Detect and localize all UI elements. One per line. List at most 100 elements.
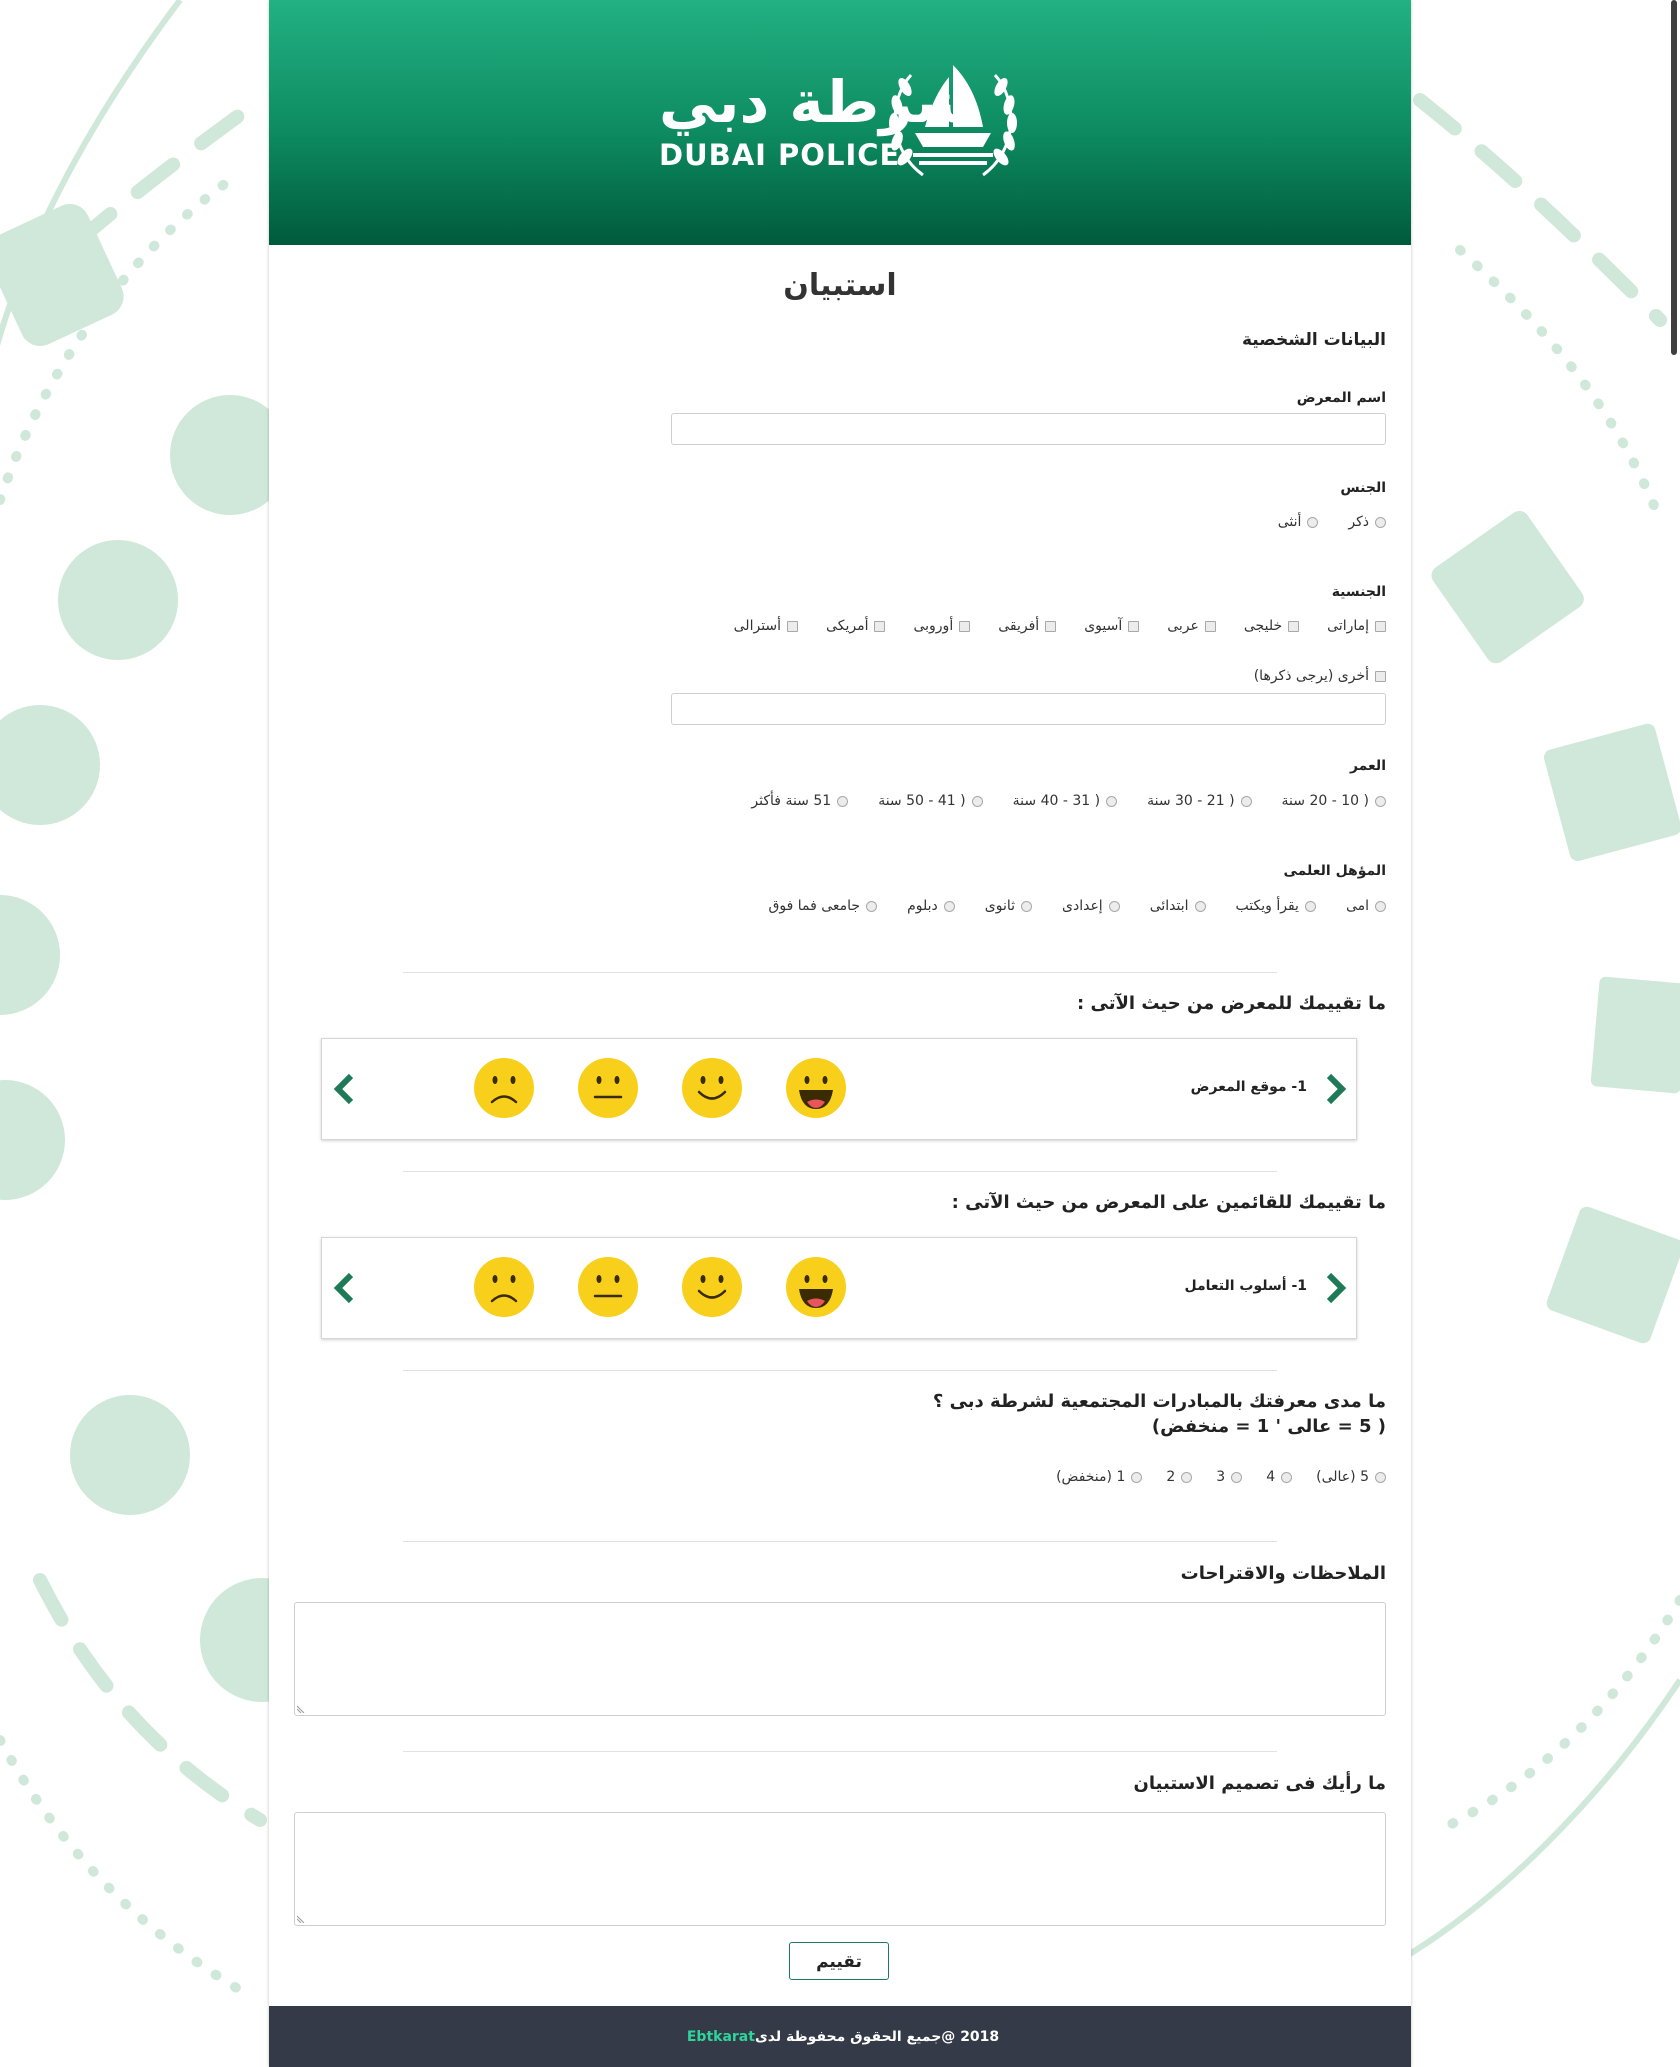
nationality-other-input[interactable] — [671, 693, 1386, 725]
education-option-illiterate[interactable]: امى — [1346, 898, 1386, 914]
checkbox[interactable] — [959, 620, 971, 632]
nationality-label: الجنسية — [1331, 584, 1386, 600]
neutral-face-icon[interactable] — [577, 1057, 639, 1119]
radio-button[interactable] — [837, 795, 849, 807]
age-option-41-50[interactable]: ( 41 - 50 سنة — [878, 793, 983, 809]
radio-button[interactable] — [1231, 1471, 1243, 1483]
radio-button[interactable] — [943, 900, 955, 912]
checkbox[interactable] — [1045, 620, 1057, 632]
age-option-21-30[interactable]: ( 21 - 30 سنة — [1147, 793, 1252, 809]
sad-face-icon[interactable] — [473, 1256, 535, 1318]
design-opinion-textarea[interactable] — [294, 1812, 1386, 1926]
nationality-other-row: أخرى (يرجى ذكرها) — [1254, 668, 1386, 684]
resize-handle-icon[interactable] — [297, 1704, 306, 1713]
age-option-31-40[interactable]: ( 31 - 40 سنة — [1013, 793, 1118, 809]
radio-button[interactable] — [1375, 516, 1386, 528]
rating-carousel-exhibition: 1- موقع المعرض — [321, 1038, 1357, 1140]
gender-options: ذكر أنثى — [1278, 514, 1386, 530]
divider — [403, 1751, 1277, 1752]
education-label: المؤهل العلمى — [1283, 863, 1386, 879]
nationality-option-gulf[interactable]: خليجى — [1244, 618, 1300, 634]
awareness-option-5[interactable]: 5 (عالى) — [1316, 1469, 1386, 1485]
nationality-option-african[interactable]: أفريقى — [998, 618, 1057, 634]
age-option-10-20[interactable]: ( 10 - 20 سنة — [1282, 793, 1386, 809]
radio-button[interactable] — [1307, 516, 1319, 528]
nationality-option-emirati[interactable]: إماراتى — [1327, 618, 1386, 634]
radio-button[interactable] — [866, 900, 878, 912]
age-option-51-plus[interactable]: 51 سنة فأكثر — [751, 793, 849, 809]
radio-button[interactable] — [1106, 795, 1118, 807]
education-option-primary[interactable]: ابتدائى — [1150, 898, 1206, 914]
happy-face-icon[interactable] — [681, 1256, 743, 1318]
radio-button[interactable] — [1375, 1471, 1386, 1483]
education-option-preparatory[interactable]: إعدادى — [1062, 898, 1120, 914]
nationality-option-european[interactable]: أوروبى — [913, 618, 971, 634]
nationality-option-arab[interactable]: عربى — [1167, 618, 1216, 634]
submit-button[interactable]: تقييم — [789, 1942, 889, 1980]
scrollbar[interactable] — [1671, 0, 1677, 355]
chevron-left-icon[interactable] — [332, 1072, 356, 1106]
logo-text-english: DUBAI POLICE — [659, 138, 901, 172]
nationality-option-australian[interactable]: أسترالى — [734, 618, 799, 634]
age-label: العمر — [1349, 758, 1386, 774]
education-option-read-write[interactable]: يقرأ ويكتب — [1236, 898, 1316, 914]
gender-option-male[interactable]: ذكر — [1348, 514, 1386, 530]
education-option-diploma[interactable]: دبلوم — [907, 898, 955, 914]
checkbox[interactable] — [1128, 620, 1140, 632]
chevron-left-icon[interactable] — [332, 1271, 356, 1305]
radio-button[interactable] — [1281, 1471, 1293, 1483]
exhibition-name-label: اسم المعرض — [1296, 390, 1386, 406]
awareness-option-4[interactable]: 4 — [1266, 1469, 1293, 1485]
design-opinion-label: ما رأيك فى تصميم الاستبيان — [1133, 1773, 1386, 1794]
notes-textarea[interactable] — [294, 1602, 1386, 1716]
neutral-face-icon[interactable] — [577, 1256, 639, 1318]
gender-option-female[interactable]: أنثى — [1278, 514, 1319, 530]
checkbox[interactable] — [1204, 620, 1216, 632]
radio-button[interactable] — [1375, 795, 1386, 807]
education-option-university[interactable]: جامعى فما فوق — [769, 898, 878, 914]
checkbox[interactable] — [874, 620, 886, 632]
rating-item-label: 1- أسلوب التعامل — [1184, 1278, 1307, 1294]
nationality-option-other[interactable]: أخرى (يرجى ذكرها) — [1254, 668, 1386, 684]
survey-card: شرطة دبي DUBAI POLICE استبيان البيانات ا… — [269, 0, 1411, 2067]
resize-handle-icon[interactable] — [297, 1914, 306, 1923]
awareness-option-1[interactable]: 1 (منخفض) — [1056, 1469, 1143, 1485]
footer-brand-link[interactable]: Ebtkarat — [687, 2029, 755, 2045]
nationality-option-asian[interactable]: آسيوى — [1084, 618, 1140, 634]
sad-face-icon[interactable] — [473, 1057, 535, 1119]
radio-button[interactable] — [1131, 1471, 1143, 1483]
dubai-police-emblem-icon — [889, 65, 1017, 177]
exhibition-name-input[interactable] — [671, 413, 1386, 445]
radio-button[interactable] — [1194, 900, 1206, 912]
education-option-secondary[interactable]: ثانوى — [985, 898, 1033, 914]
question-staff-rating: ما تقييمك للقائمين على المعرض من حيث الآ… — [951, 1192, 1386, 1213]
checkbox[interactable] — [1375, 670, 1386, 682]
divider — [403, 972, 1277, 973]
very-happy-face-icon[interactable] — [785, 1256, 847, 1318]
radio-button[interactable] — [1108, 900, 1120, 912]
nationality-option-american[interactable]: أمريكى — [826, 618, 886, 634]
radio-button[interactable] — [1375, 900, 1386, 912]
chevron-right-icon[interactable] — [1324, 1271, 1348, 1305]
checkbox[interactable] — [1288, 620, 1300, 632]
nationality-options: إماراتى خليجى عربى آسيوى أفريقى أوروبى أ… — [734, 618, 1386, 634]
chevron-right-icon[interactable] — [1324, 1072, 1348, 1106]
awareness-option-3[interactable]: 3 — [1216, 1469, 1243, 1485]
checkbox[interactable] — [1375, 620, 1386, 632]
divider — [403, 1541, 1277, 1542]
radio-button[interactable] — [1021, 900, 1033, 912]
happy-face-icon[interactable] — [681, 1057, 743, 1119]
footer-copyright: 2018 @جميع الحقوق محفوظة لدى — [754, 2028, 1000, 2045]
awareness-option-2[interactable]: 2 — [1166, 1469, 1193, 1485]
radio-button[interactable] — [1181, 1471, 1193, 1483]
question-awareness: ما مدى معرفتك بالمبادرات المجتمعية لشرطة… — [932, 1391, 1386, 1412]
gender-label: الجنس — [1340, 480, 1386, 496]
checkbox[interactable] — [787, 620, 799, 632]
radio-button[interactable] — [971, 795, 983, 807]
radio-button[interactable] — [1304, 900, 1316, 912]
radio-button[interactable] — [1240, 795, 1252, 807]
very-happy-face-icon[interactable] — [785, 1057, 847, 1119]
question-awareness-scale: ( 5 = عالى ' 1 = منخفض) — [1151, 1416, 1386, 1437]
question-exhibition-rating: ما تقييمك للمعرض من حيث الآتى : — [1077, 993, 1386, 1014]
awareness-options: 5 (عالى) 4 3 2 1 (منخفض) — [1056, 1469, 1386, 1485]
